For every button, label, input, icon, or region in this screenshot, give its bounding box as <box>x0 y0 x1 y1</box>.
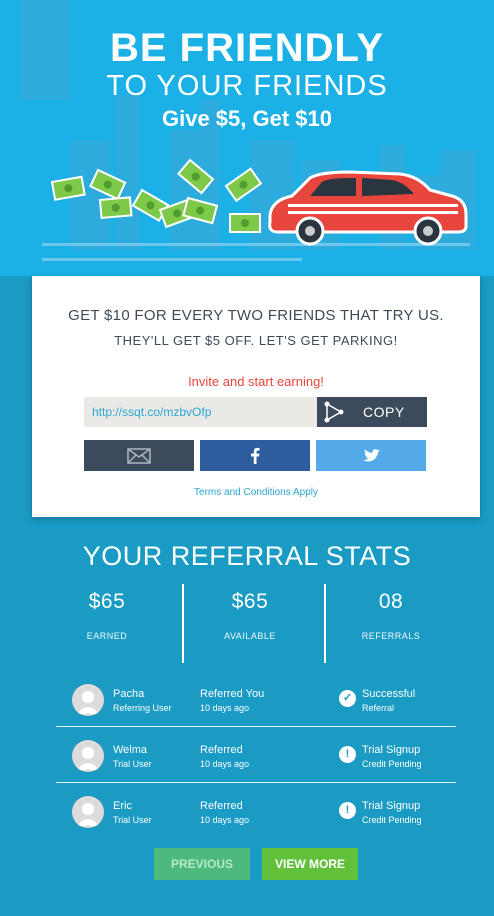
stat-available: $65 AVAILABLE <box>180 590 320 641</box>
referral-action: Referred You <box>200 688 265 700</box>
stat-value: $65 <box>231 590 269 613</box>
check-icon: ✓ <box>339 690 356 707</box>
view-more-button[interactable]: VIEW MORE <box>262 848 358 880</box>
referral-role: Trial User <box>113 815 152 825</box>
avatar <box>72 796 104 828</box>
referral-status: Trial Signup <box>362 744 421 756</box>
referral-substatus: Referral <box>362 703 395 713</box>
user-icon <box>77 691 99 714</box>
card-subline: THEY'LL GET $5 OFF. LET'S GET PARKING! <box>114 333 398 348</box>
avatar <box>72 684 104 716</box>
referral-role: Trial User <box>113 759 152 769</box>
invite-card: GET $10 FOR EVERY TWO FRIENDS THAT TRY U… <box>32 276 480 517</box>
referral-link-field[interactable]: http://ssqt.co/mzbvOfp <box>84 397 317 427</box>
stat-value: $65 <box>88 590 126 613</box>
stat-value: 08 <box>378 590 404 613</box>
stat-label: EARNED <box>86 631 128 641</box>
hero-title: BE FRIENDLY <box>109 26 384 70</box>
referral-time: 10 days ago <box>200 815 250 825</box>
row-divider <box>56 726 456 727</box>
referral-status: Trial Signup <box>362 800 421 812</box>
stat-label: AVAILABLE <box>224 631 276 641</box>
referral-name: Pacha <box>113 688 145 700</box>
stat-earned: $65 EARNED <box>37 590 177 641</box>
stats-title: YOUR REFERRAL STATS <box>82 541 412 571</box>
hero-banner: BE FRIENDLY TO YOUR FRIENDS Give $5, Get… <box>0 0 494 276</box>
hero-subtitle: TO YOUR FRIENDS <box>106 70 388 102</box>
facebook-share-button[interactable] <box>200 440 310 471</box>
user-icon <box>77 803 99 826</box>
referral-time: 10 days ago <box>200 703 250 713</box>
copy-button[interactable]: COPY <box>317 397 427 427</box>
alert-icon: ! <box>339 746 356 763</box>
previous-button[interactable]: PREVIOUS <box>154 848 250 880</box>
avatar <box>72 740 104 772</box>
mail-icon <box>127 447 151 464</box>
referral-time: 10 days ago <box>200 759 250 769</box>
terms-link[interactable]: Terms and Conditions Apply <box>32 487 480 498</box>
referral-action: Referred <box>200 800 243 812</box>
share-icon <box>324 401 344 423</box>
twitter-icon <box>362 448 380 461</box>
referral-action: Referred <box>200 744 243 756</box>
referral-name: Welma <box>113 744 148 756</box>
referral-substatus: Credit Pending <box>362 759 422 769</box>
facebook-icon <box>251 447 260 464</box>
card-headline: GET $10 FOR EVERY TWO FRIENDS THAT TRY U… <box>68 307 444 324</box>
stat-referrals: 08 REFERRALS <box>321 590 461 641</box>
referral-row: Welma Trial User Referred 10 days ago ! … <box>56 736 456 792</box>
copy-label: COPY <box>363 404 405 420</box>
hero-offer: Give $5, Get $10 <box>162 106 332 131</box>
referral-status: Successful <box>362 688 416 700</box>
referral-row: Pacha Referring User Referred You 10 day… <box>56 680 456 736</box>
referral-substatus: Credit Pending <box>362 815 422 825</box>
twitter-share-button[interactable] <box>316 440 426 471</box>
user-icon <box>77 747 99 770</box>
referral-name: Eric <box>113 800 132 812</box>
alert-icon: ! <box>339 802 356 819</box>
stat-label: REFERRALS <box>361 631 421 641</box>
referral-role: Referring User <box>113 703 172 713</box>
email-share-button[interactable] <box>84 440 194 471</box>
referral-row: Eric Trial User Referred 10 days ago ! T… <box>56 792 456 848</box>
row-divider <box>56 782 456 783</box>
invite-text: Invite and start earning! <box>188 374 324 389</box>
